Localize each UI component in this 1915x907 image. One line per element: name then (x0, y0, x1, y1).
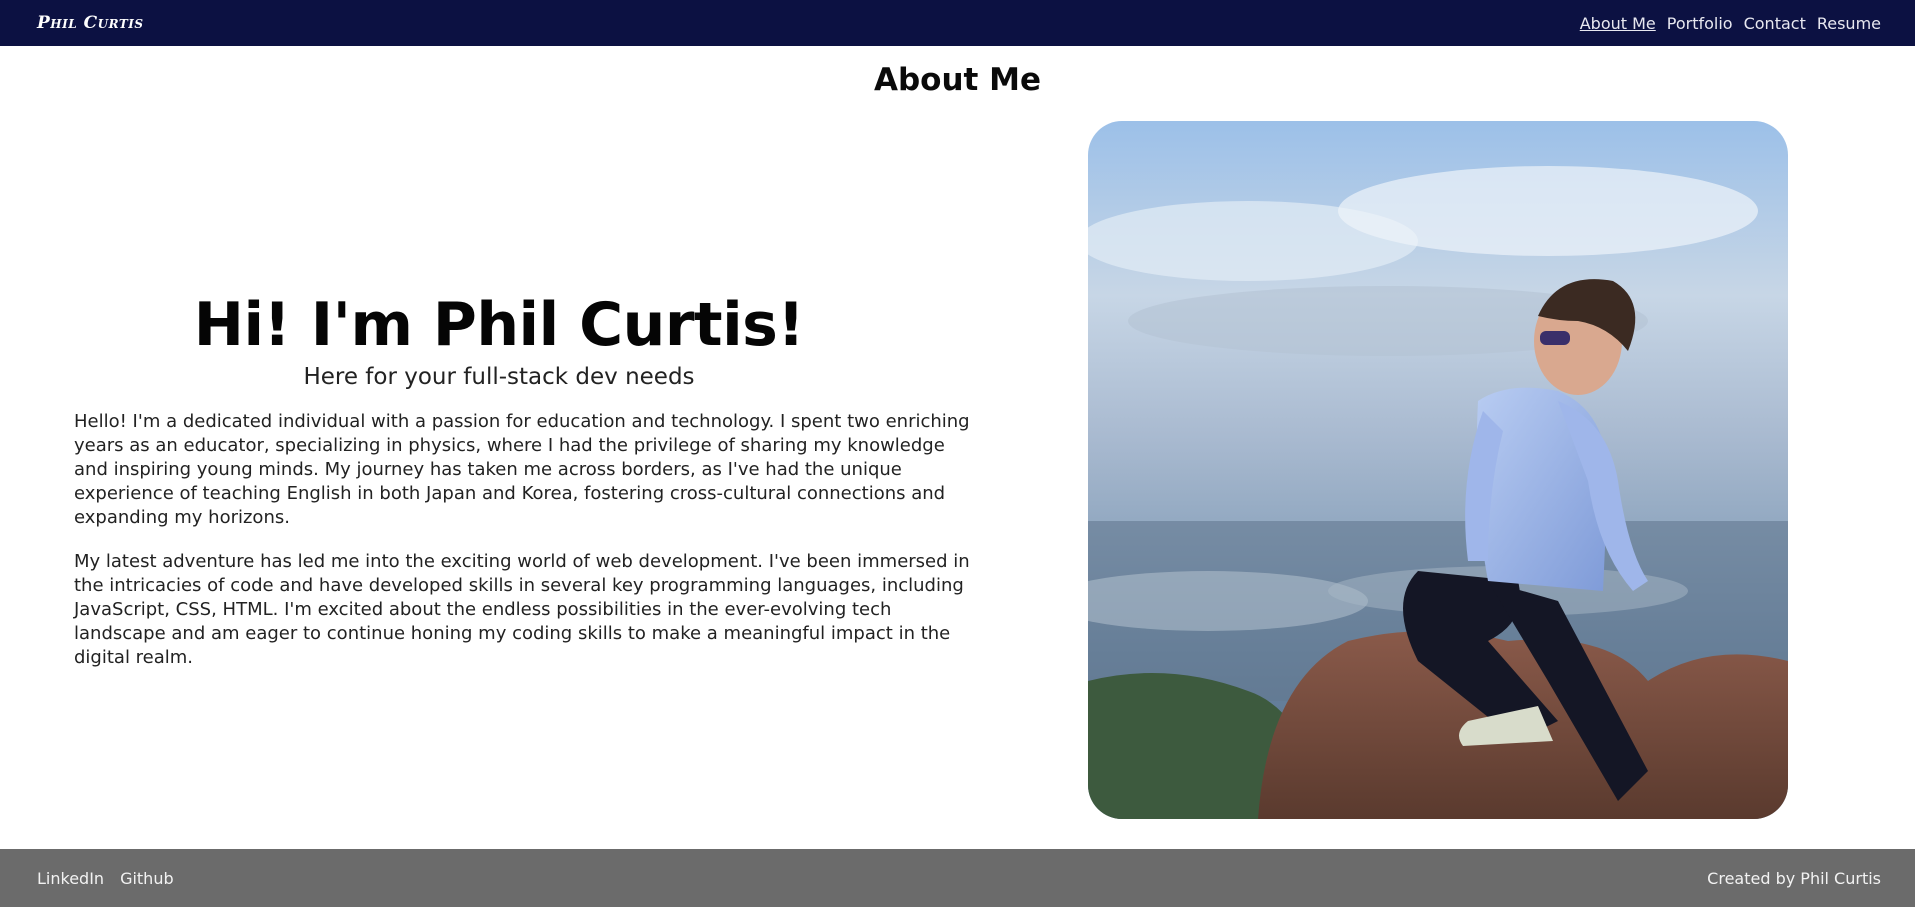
footer-credit: Created by Phil Curtis (1707, 868, 1881, 888)
hero-subheading: Here for your full-stack dev needs (303, 364, 695, 390)
brand-logo[interactable]: Phil Curtis (37, 13, 144, 33)
footer-link-github[interactable]: Github (120, 869, 174, 888)
footer: LinkedIn Github Created by Phil Curtis (0, 849, 1915, 907)
footer-link-linkedin[interactable]: LinkedIn (37, 869, 104, 888)
nav-link-portfolio[interactable]: Portfolio (1667, 14, 1733, 33)
nav-link-about-me[interactable]: About Me (1580, 14, 1656, 33)
nav-link-contact[interactable]: Contact (1744, 14, 1806, 33)
hero-heading: Hi! I'm Phil Curtis! (193, 290, 805, 360)
nav-link-resume[interactable]: Resume (1817, 14, 1881, 33)
section-title: About Me (873, 62, 1042, 98)
navbar: Phil Curtis About Me Portfolio Contact R… (0, 0, 1915, 46)
intro-section: Hi! I'm Phil Curtis! Here for your full-… (74, 290, 994, 670)
footer-links: LinkedIn Github (37, 869, 174, 888)
bio-paragraph-1: Hello! I'm a dedicated individual with a… (74, 411, 970, 528)
profile-photo (1088, 121, 1788, 819)
bio-paragraph-2: My latest adventure has led me into the … (74, 551, 970, 668)
nav-links: About Me Portfolio Contact Resume (1580, 14, 1881, 33)
